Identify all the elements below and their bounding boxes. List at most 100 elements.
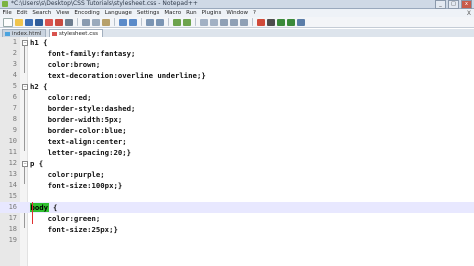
- line-number: 17: [8, 214, 17, 222]
- menu-edit[interactable]: Edit: [14, 9, 30, 17]
- code-line[interactable]: 6 color:red;: [0, 92, 474, 103]
- line-number: 1: [12, 38, 17, 46]
- caret-indicator: [32, 202, 33, 213]
- zoom-out-icon[interactable]: [183, 18, 191, 26]
- menu-bar: File Edit Search View Encoding Language …: [0, 9, 474, 17]
- sync-vertical-icon[interactable]: [200, 18, 208, 26]
- tab-index-html[interactable]: index.html: [2, 29, 47, 37]
- code-text: letter-spacing:20;}: [30, 148, 132, 157]
- code-line[interactable]: 15: [0, 191, 474, 202]
- code-line[interactable]: 4 text-decoration:overline underline;}: [0, 70, 474, 81]
- line-number: 16: [8, 203, 17, 211]
- line-number: 4: [12, 71, 17, 79]
- code-line[interactable]: 7 border-style:dashed;: [0, 103, 474, 114]
- save-all-icon[interactable]: [35, 18, 43, 26]
- code-text: color:green;: [30, 214, 101, 223]
- code-line[interactable]: 19: [0, 235, 474, 246]
- undo-icon[interactable]: [119, 18, 127, 26]
- code-line[interactable]: 12 p {: [0, 158, 474, 169]
- code-line[interactable]: 8 border-width:5px;: [0, 114, 474, 125]
- open-folder-icon[interactable]: [15, 18, 23, 26]
- stop-record-icon[interactable]: [267, 18, 275, 26]
- code-text: color:brown;: [30, 60, 101, 69]
- menu-plugins[interactable]: Plugins: [199, 9, 224, 17]
- line-number: 15: [8, 192, 17, 200]
- code-text: border-width:5px;: [30, 115, 123, 124]
- close-all-icon[interactable]: [55, 18, 63, 26]
- code-line[interactable]: 17 color:green;: [0, 213, 474, 224]
- replace-icon[interactable]: [156, 18, 164, 26]
- window-controls: _ □ x: [435, 0, 472, 9]
- minimize-button[interactable]: _: [435, 0, 446, 9]
- line-number: 13: [8, 170, 17, 178]
- code-line[interactable]: 10 text-align:center;: [0, 136, 474, 147]
- menu-help[interactable]: ?: [251, 9, 259, 17]
- menu-view[interactable]: View: [54, 9, 72, 17]
- zoom-in-icon[interactable]: [173, 18, 181, 26]
- file-modified-icon: [52, 32, 57, 36]
- code-line[interactable]: 5 h2 {: [0, 81, 474, 92]
- menu-encoding[interactable]: Encoding: [72, 9, 102, 17]
- code-line[interactable]: 14 font-size:100px;}: [0, 180, 474, 191]
- maximize-button[interactable]: □: [448, 0, 459, 9]
- menu-run[interactable]: Run: [184, 9, 200, 17]
- word-wrap-icon[interactable]: [220, 18, 228, 26]
- line-number: 14: [8, 181, 17, 189]
- code-line-current[interactable]: 16 body {: [0, 202, 474, 213]
- redo-icon[interactable]: [129, 18, 137, 26]
- line-number: 7: [12, 104, 17, 112]
- close-document-icon[interactable]: X: [467, 10, 471, 17]
- code-text: color:red;: [30, 93, 92, 102]
- find-icon[interactable]: [146, 18, 154, 26]
- code-line[interactable]: 11 letter-spacing:20;}: [0, 147, 474, 158]
- print-icon[interactable]: [65, 18, 73, 26]
- code-text: border-color:blue;: [30, 126, 127, 135]
- code-text: h2 {: [30, 82, 48, 91]
- toolbar: [0, 17, 474, 28]
- toolbar-separator: [168, 18, 169, 26]
- menu-window[interactable]: Window: [224, 9, 251, 17]
- play-macro-icon[interactable]: [277, 18, 285, 26]
- save-macro-icon[interactable]: [297, 18, 305, 26]
- line-number: 19: [8, 236, 17, 244]
- indent-guide-icon[interactable]: [240, 18, 248, 26]
- run-macro-multiple-icon[interactable]: [287, 18, 295, 26]
- record-macro-icon[interactable]: [257, 18, 265, 26]
- line-number: 10: [8, 137, 17, 145]
- code-text-rest: {: [48, 203, 58, 212]
- paste-icon[interactable]: [102, 18, 110, 26]
- toolbar-separator: [141, 18, 142, 26]
- menu-search[interactable]: Search: [30, 9, 54, 17]
- save-icon[interactable]: [25, 18, 33, 26]
- new-file-icon[interactable]: [3, 17, 13, 27]
- code-line[interactable]: 13 color:purple;: [0, 169, 474, 180]
- toolbar-separator: [195, 18, 196, 26]
- menu-macro[interactable]: Macro: [162, 9, 184, 17]
- copy-icon[interactable]: [92, 18, 100, 26]
- show-all-chars-icon[interactable]: [230, 18, 238, 26]
- code-line[interactable]: 1 h1 {: [0, 37, 474, 48]
- toolbar-separator: [114, 18, 115, 26]
- menu-settings[interactable]: Settings: [134, 9, 162, 17]
- code-line[interactable]: 2 font-family:fantasy;: [0, 48, 474, 59]
- close-button[interactable]: x: [461, 0, 472, 9]
- code-text: font-size:25px;}: [30, 225, 118, 234]
- file-saved-icon: [5, 32, 10, 36]
- notepad-plus-plus-icon: [2, 1, 8, 7]
- tab-stylesheet-css[interactable]: stylesheet.css: [49, 29, 103, 37]
- code-line[interactable]: 3 color:brown;: [0, 59, 474, 70]
- code-line[interactable]: 9 border-color:blue;: [0, 125, 474, 136]
- code-text: color:purple;: [30, 170, 105, 179]
- menu-file[interactable]: File: [0, 9, 14, 17]
- code-text: h1 {: [30, 38, 48, 47]
- toolbar-separator: [77, 18, 78, 26]
- code-line[interactable]: 18 font-size:25px;}: [0, 224, 474, 235]
- code-editor[interactable]: − − − − 1h1 { 2 font-family:fantasy; 3 c…: [0, 37, 474, 266]
- menu-language[interactable]: Language: [102, 9, 134, 17]
- line-number: 2: [12, 49, 17, 57]
- code-text: font-family:fantasy;: [30, 49, 136, 58]
- cut-icon[interactable]: [82, 18, 90, 26]
- close-file-icon[interactable]: [45, 18, 53, 26]
- line-number: 12: [8, 159, 17, 167]
- sync-horizontal-icon[interactable]: [210, 18, 218, 26]
